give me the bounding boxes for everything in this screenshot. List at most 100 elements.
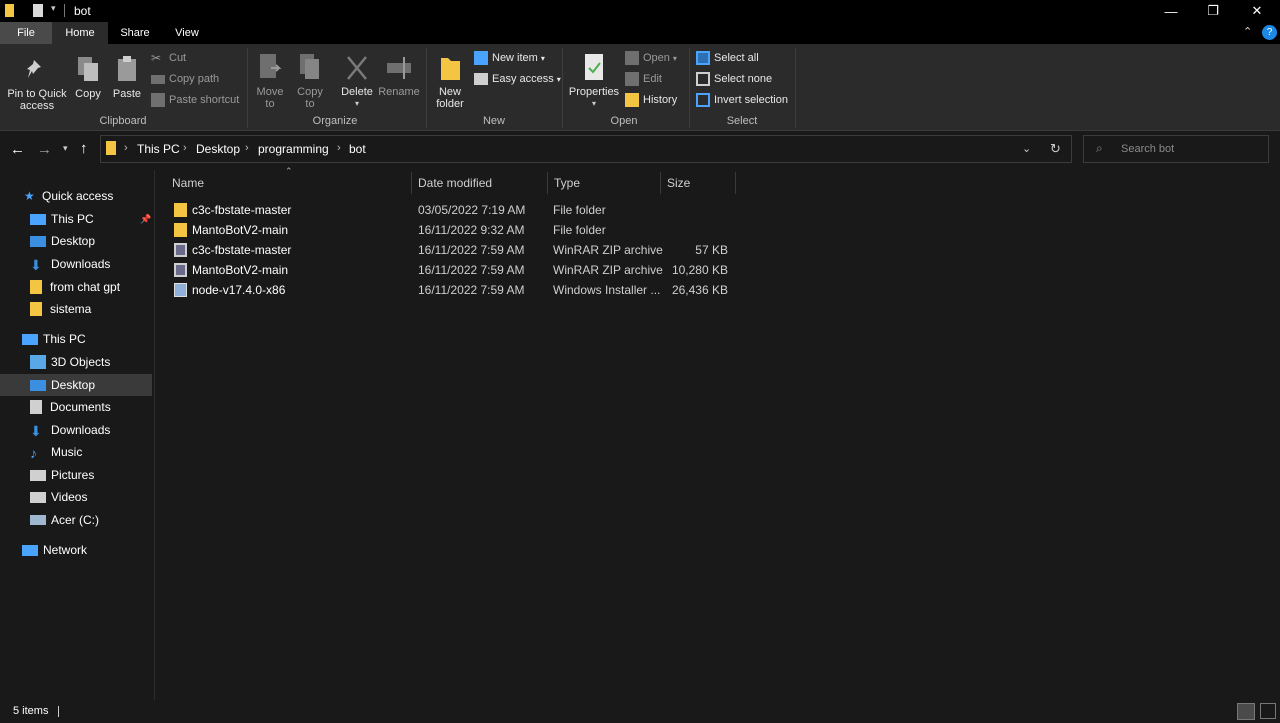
close-button[interactable]: ✕ (1234, 0, 1280, 22)
pin-icon[interactable]: 📌 (140, 214, 151, 225)
sidebar-item-quick-from-chat-gpt[interactable]: from chat gpt (0, 276, 152, 298)
search-input[interactable]: Search bot (1121, 143, 1174, 155)
properties-quick-icon[interactable] (33, 4, 43, 17)
column-header-type[interactable]: Type (548, 172, 661, 194)
copy-button[interactable]: Copy (72, 54, 104, 100)
details-view-button[interactable] (1237, 703, 1255, 720)
edit-button[interactable]: Edit (625, 70, 662, 88)
sidebar-item-label: Music (51, 445, 83, 459)
search-box[interactable] (1083, 135, 1269, 163)
status-bar: 5 items (0, 700, 1280, 723)
open-label: Open (643, 52, 670, 64)
select-group-label: Select (726, 115, 758, 127)
collapse-ribbon-icon[interactable]: ⌃ (1243, 25, 1252, 38)
tab-file[interactable]: File (0, 22, 52, 44)
sidebar-item-music[interactable]: ♪ Music (0, 441, 152, 463)
tab-share[interactable]: Share (108, 22, 162, 44)
sidebar-item-quick-desktop[interactable]: Desktop (0, 230, 152, 252)
breadcrumb-programming[interactable]: programming (258, 142, 329, 156)
computer-icon (22, 333, 38, 345)
sidebar-item-network[interactable]: Network (0, 539, 152, 561)
copy-label: Copy (75, 88, 101, 100)
sidebar-item-quick-access[interactable]: ★ Quick access (0, 185, 152, 207)
refresh-icon[interactable]: ↻ (1050, 141, 1061, 157)
file-date: 16/11/2022 7:59 AM (418, 243, 525, 257)
recent-locations-icon[interactable]: ▾ (63, 143, 68, 154)
copy-icon (73, 54, 103, 86)
customize-toolbar-icon[interactable]: ▾ (51, 3, 56, 14)
chevron-right-icon[interactable]: › (337, 142, 341, 154)
sidebar-item-this-pc[interactable]: This PC (0, 328, 152, 350)
column-header-name[interactable]: Name (166, 172, 412, 194)
rename-button[interactable]: Rename (378, 52, 420, 98)
copy-to-button[interactable]: Copy to (292, 52, 328, 110)
group-separator (247, 48, 248, 128)
tab-home[interactable]: Home (52, 22, 108, 44)
folder-icon (30, 302, 42, 316)
breadcrumb-bot[interactable]: bot (349, 142, 366, 156)
folder-icon (5, 4, 14, 17)
sidebar-item-acer-c[interactable]: Acer (C:) (0, 509, 152, 531)
open-group-label: Open (610, 115, 638, 127)
delete-button[interactable]: Delete ▾ (338, 52, 376, 110)
select-all-button[interactable]: Select all (696, 49, 759, 67)
column-header-date[interactable]: Date modified (412, 172, 548, 194)
star-icon: ★ (24, 189, 35, 203)
paste-shortcut-label: Paste shortcut (169, 94, 240, 106)
cut-button[interactable]: ✂ Cut (151, 49, 186, 67)
folder-icon (106, 141, 116, 155)
forward-icon[interactable]: → (37, 141, 52, 158)
large-icons-view-button[interactable] (1260, 703, 1276, 719)
file-name: c3c-fbstate-master (192, 203, 292, 217)
chevron-right-icon[interactable]: › (245, 142, 249, 154)
sidebar-item-quick-this-pc[interactable]: This PC 📌 (0, 208, 152, 230)
breadcrumb-this-pc[interactable]: This PC (137, 142, 180, 156)
video-icon (30, 491, 46, 503)
sidebar-item-label: Quick access (42, 189, 114, 203)
restore-button[interactable]: ❐ (1190, 0, 1236, 22)
open-button[interactable]: Open ▾ (625, 49, 677, 67)
sidebar-item-pictures[interactable]: Pictures (0, 464, 152, 486)
move-to-button[interactable]: Move to (252, 52, 288, 110)
sidebar-item-downloads[interactable]: ⬇ Downloads (0, 419, 152, 441)
paste-shortcut-button[interactable]: Paste shortcut (151, 91, 239, 109)
table-row[interactable]: MantoBotV2-main 16/11/2022 7:59 AM WinRAR … (166, 260, 740, 280)
easy-access-button[interactable]: Easy access ▾ (474, 70, 561, 88)
chevron-right-icon[interactable]: › (124, 142, 128, 154)
new-folder-button[interactable]: New folder (432, 52, 468, 110)
zip-icon (174, 243, 187, 257)
back-icon[interactable]: ← (10, 141, 25, 158)
column-header-label: Date modified (418, 176, 493, 190)
new-item-icon (474, 51, 488, 65)
paste-button[interactable]: Paste (110, 54, 144, 100)
table-row[interactable]: node-v17.4.0-x86 16/11/2022 7:59 AM Window… (166, 280, 740, 300)
table-row[interactable]: c3c-fbstate-master 03/05/2022 7:19 AM File… (166, 200, 740, 220)
up-icon[interactable]: ↑ (80, 140, 88, 157)
invert-selection-button[interactable]: Invert selection (696, 91, 788, 109)
sidebar-item-desktop[interactable]: Desktop (0, 374, 152, 396)
properties-button[interactable]: Properties ▾ (566, 52, 622, 110)
sidebar-item-3d-objects[interactable]: 3D Objects (0, 351, 152, 373)
breadcrumb-desktop[interactable]: Desktop (196, 142, 240, 156)
invert-selection-label: Invert selection (714, 94, 788, 106)
new-item-button[interactable]: New item ▾ (474, 49, 545, 67)
minimize-button[interactable]: — (1148, 0, 1194, 22)
sidebar-item-documents[interactable]: Documents (0, 396, 152, 418)
chevron-right-icon[interactable]: › (183, 142, 187, 154)
sidebar-item-label: Desktop (51, 234, 96, 248)
history-button[interactable]: History (625, 91, 677, 109)
copy-path-button[interactable]: Copy path (151, 70, 219, 88)
tab-view[interactable]: View (162, 22, 212, 44)
table-row[interactable]: c3c-fbstate-master 16/11/2022 7:59 AM WinR… (166, 240, 740, 260)
sidebar-item-quick-downloads[interactable]: ⬇ Downloads (0, 253, 152, 275)
help-icon[interactable]: ? (1262, 25, 1277, 40)
chevron-down-icon[interactable]: ⌄ (1022, 142, 1031, 155)
table-row[interactable]: MantoBotV2-main 16/11/2022 9:32 AM File fo… (166, 220, 740, 240)
pin-to-quick-access-button[interactable]: Pin to Quick access (4, 54, 70, 112)
column-header-size[interactable]: Size (661, 172, 736, 194)
open-dropdown-icon: ▾ (672, 53, 677, 63)
sidebar-item-quick-sistema[interactable]: sistema (0, 298, 152, 320)
sidebar-item-videos[interactable]: Videos (0, 486, 152, 508)
clipboard-group-label: Clipboard (99, 115, 147, 127)
select-none-button[interactable]: Select none (696, 70, 772, 88)
